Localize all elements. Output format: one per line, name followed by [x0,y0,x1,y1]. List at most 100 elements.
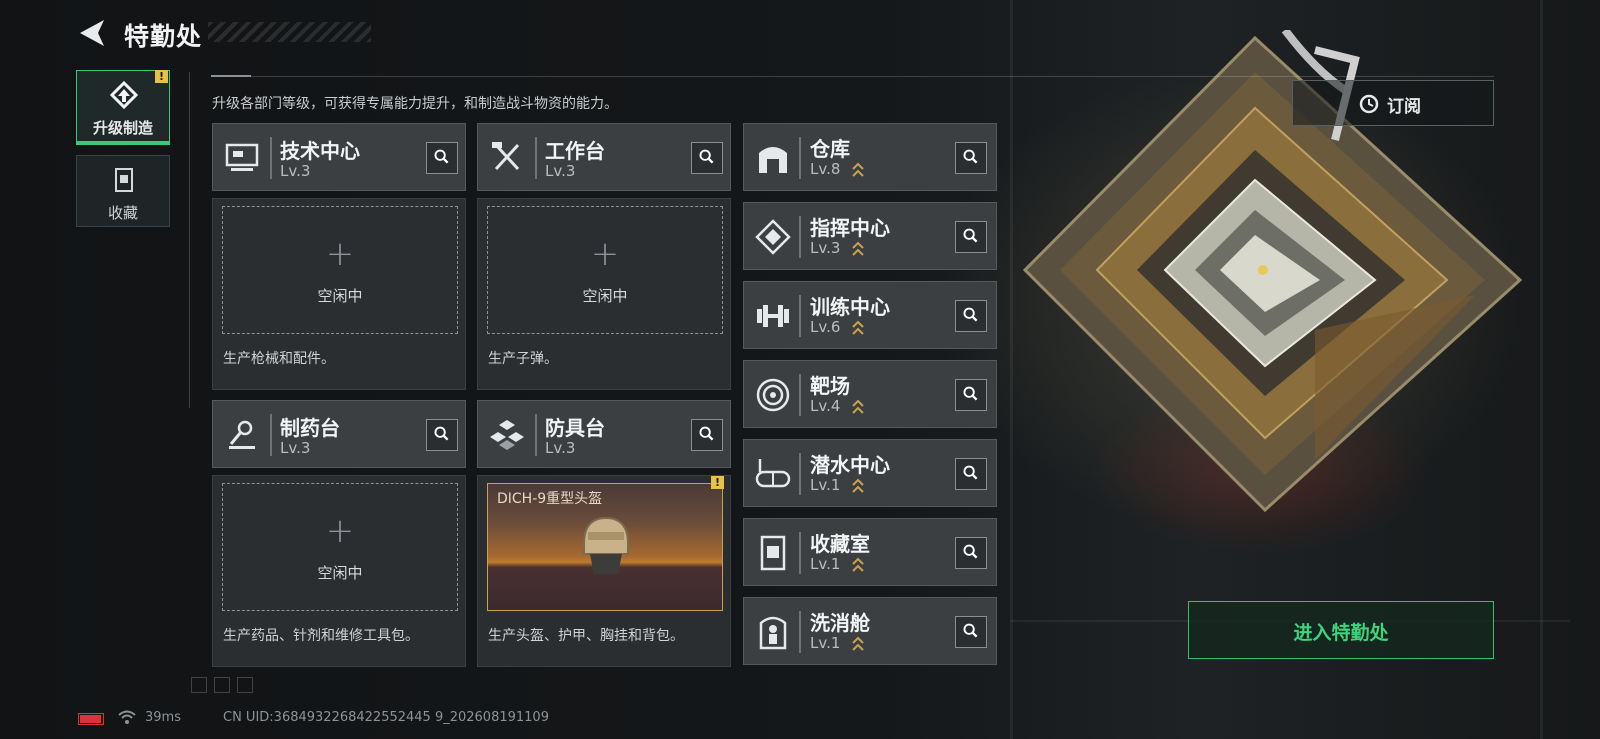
upgrade-chevron-icon [852,320,864,335]
subscribe-label: 订阅 [1387,97,1421,117]
separator [799,374,801,416]
back-arrow-icon[interactable] [78,18,106,48]
search-button[interactable] [955,379,987,411]
search-button[interactable] [955,537,987,569]
search-button[interactable] [426,142,458,174]
wifi-icon [118,710,136,724]
department-warehouse[interactable]: 仓库 Lv.8 [743,123,997,191]
department-name: 训练中心 [810,295,890,319]
search-button[interactable] [955,616,987,648]
upgrade-icon [110,81,138,109]
department-shooting-range[interactable]: 靶场 Lv.4 [743,360,997,428]
upgrade-chevron-icon [852,162,864,177]
magnifier-icon [699,426,714,441]
search-button[interactable] [691,419,723,451]
magnifier-icon [434,426,449,441]
nav-label: 收藏 [107,204,138,222]
search-button[interactable] [426,419,458,451]
workshop-level: Lv.3 [280,439,311,457]
department-collection-room[interactable]: 收藏室 Lv.1 [743,518,997,586]
magnifier-icon [963,623,978,638]
department-diving-center[interactable]: 潜水中心 Lv.1 [743,439,997,507]
workshop-level: Lv.3 [545,162,576,180]
workshop-name: 工作台 [545,139,605,163]
add-icon: + [325,234,355,274]
command-center-icon [755,219,791,255]
production-slot[interactable]: + 空闲中 [222,483,458,611]
slot-state: 空闲中 [317,287,363,305]
magnifier-icon [963,228,978,243]
card-body: + 空闲中 生产子弹。 [477,198,731,390]
tech-center-icon [225,143,259,171]
card-header[interactable]: 防具台 Lv.3 [477,400,731,468]
separator [799,216,801,258]
department-level: Lv.8 [810,160,841,178]
active-indicator [76,141,170,145]
department-level: Lv.6 [810,318,841,336]
enter-special-ops-button[interactable]: 进入特勤处 [1188,601,1494,659]
department-name: 靶场 [810,374,850,398]
workshop-caption: 生产子弹。 [488,351,558,367]
separator [535,414,537,456]
divider-accent [211,75,251,77]
subscribe-button[interactable]: 订阅 [1292,80,1494,126]
separator [535,137,537,179]
alert-badge: ! [711,476,724,489]
card-body: + 空闲中 生产枪械和配件。 [212,198,466,390]
department-name: 指挥中心 [810,216,890,240]
nav-collection[interactable]: 收藏 [76,155,170,227]
collection-icon [115,168,133,192]
workshop-name: 技术中心 [280,139,360,163]
upgrade-chevron-icon [852,478,864,493]
nav-upgrade-manufacture[interactable]: 升级制造 ! [76,70,170,145]
magnifier-icon [963,544,978,559]
pharmacy-icon [229,420,255,449]
upgrade-chevron-icon [852,241,864,256]
ping-value: 39ms [145,710,181,725]
separator [270,414,272,456]
upgrade-chevron-icon [852,636,864,651]
workshop-level: Lv.3 [280,162,311,180]
alert-badge: ! [155,70,168,83]
workbench-icon [492,142,520,171]
production-slot[interactable]: + 空闲中 [222,206,458,334]
department-name: 收藏室 [810,532,870,556]
magnifier-icon [963,465,978,480]
divider [189,72,190,408]
search-button[interactable] [955,300,987,332]
card-body: DICH-9重型头盔 ! 生产头盔、护甲、胸挂和背包。 [477,475,731,667]
department-command-center[interactable]: 指挥中心 Lv.3 [743,202,997,270]
separator [799,137,801,179]
card-header[interactable]: 制药台 Lv.3 [212,400,466,468]
slot-state: 空闲中 [582,287,628,305]
decontamination-icon [759,616,787,650]
separator [799,453,801,495]
department-name: 仓库 [810,137,850,161]
search-button[interactable] [955,458,987,490]
workshop-caption: 生产药品、针剂和维修工具包。 [223,628,419,644]
slot-state: 空闲中 [317,564,363,582]
magnifier-icon [963,386,978,401]
battery-icon [78,713,104,725]
department-decontamination[interactable]: 洗消舱 Lv.1 [743,597,997,665]
workshop-caption: 生产枪械和配件。 [223,351,335,367]
upgrade-chevron-icon [852,557,864,572]
department-training-center[interactable]: 训练中心 Lv.6 [743,281,997,349]
enter-label: 进入特勤处 [1293,622,1389,644]
add-icon: + [590,234,620,274]
separator [799,611,801,653]
armor-bench-icon [490,420,524,450]
department-name: 潜水中心 [810,453,890,477]
card-header[interactable]: 技术中心 Lv.3 [212,123,466,191]
search-button[interactable] [955,221,987,253]
collection-room-icon [760,535,786,571]
subscribe-icon [1359,94,1379,114]
production-item[interactable]: DICH-9重型头盔 [487,483,723,611]
magnifier-icon [963,307,978,322]
card-header[interactable]: 工作台 Lv.3 [477,123,731,191]
title-decoration [208,22,371,42]
magnifier-icon [963,149,978,164]
search-button[interactable] [691,142,723,174]
search-button[interactable] [955,142,987,174]
production-slot[interactable]: + 空闲中 [487,206,723,334]
